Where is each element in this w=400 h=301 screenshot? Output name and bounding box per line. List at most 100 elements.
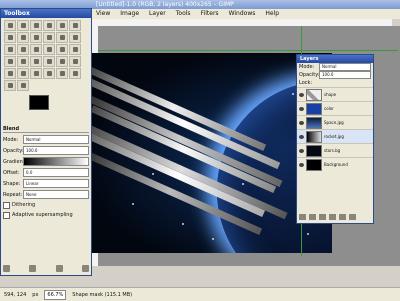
menu-help[interactable]: Help [265,9,279,19]
paths-tool-icon[interactable] [17,32,29,43]
star [242,183,244,185]
smudge-tool-icon[interactable] [4,80,16,91]
scale-tool-icon[interactable] [43,44,55,55]
visibility-eye-icon[interactable] [299,134,304,139]
layers-dialog: Layers Mode: Normal Opacity: 100.0 Lock:… [296,54,374,224]
menu-layer[interactable]: Layer [149,9,166,19]
align-tool-icon[interactable] [4,44,16,55]
layer-row[interactable]: shape [297,87,373,101]
menu-view[interactable]: View [96,9,110,19]
toolbox-window: Toolbox Blend Mode: Normal Opacity: 100.… [0,8,92,276]
lower-layer-icon[interactable] [319,214,326,220]
menu-image[interactable]: Image [120,9,139,19]
layer-name[interactable]: Background [324,162,348,167]
pencil-tool-icon[interactable] [56,56,68,67]
delete-options-icon[interactable] [55,265,63,272]
menu-windows[interactable]: Windows [229,9,256,19]
layer-row[interactable]: stars.bg [297,143,373,157]
adaptive-checkbox[interactable]: Adaptive supersampling [3,211,89,219]
menu-filters[interactable]: Filters [201,9,219,19]
perspective-tool-icon[interactable] [69,44,81,55]
layers-mode-select[interactable]: Normal [319,63,371,71]
opacity-label: Opacity: [3,147,24,154]
raise-layer-icon[interactable] [309,214,316,220]
layers-title[interactable]: Layers [297,55,373,63]
checkbox-icon[interactable] [3,201,10,209]
mode-select[interactable]: Normal [23,135,89,144]
star [132,203,134,205]
unit-select[interactable]: px [32,292,38,298]
new-layer-icon[interactable] [299,214,306,220]
fuzzy-select-tool-icon[interactable] [43,20,55,31]
layer-name[interactable]: rocket.jpg [324,134,344,139]
scissors-tool-icon[interactable] [69,20,81,31]
toolbox-footer [3,265,89,273]
visibility-eye-icon[interactable] [299,92,304,97]
visibility-eye-icon[interactable] [299,162,304,167]
duplicate-layer-icon[interactable] [329,214,336,220]
star [292,93,294,95]
foreground-color-swatch[interactable] [29,95,49,110]
zoom-select[interactable]: 66.7% [44,289,67,300]
opacity-field[interactable]: 100.0 [23,146,89,155]
restore-options-icon[interactable] [29,265,37,272]
dithering-checkbox[interactable]: Dithering [3,201,89,209]
layer-name[interactable]: stars.bg [324,148,340,153]
anchor-layer-icon[interactable] [339,214,346,220]
horizontal-guide[interactable] [98,50,398,51]
move-tool-icon[interactable] [69,32,81,43]
visibility-eye-icon[interactable] [299,148,304,153]
measure-tool-icon[interactable] [56,32,68,43]
layer-row[interactable]: Space.jpg [297,115,373,129]
layer-name[interactable]: color [324,106,334,111]
rotate-tool-icon[interactable] [30,44,42,55]
layers-footer [299,214,371,221]
shape-label: Shape: [3,180,21,187]
foreground-select-tool-icon[interactable] [4,32,16,43]
color-select-tool-icon[interactable] [56,20,68,31]
delete-layer-icon[interactable] [349,214,356,220]
layer-row[interactable]: color [297,101,373,115]
eraser-tool-icon[interactable] [4,68,16,79]
blend-tool-icon[interactable] [43,56,55,67]
star [212,238,214,240]
heal-tool-icon[interactable] [56,68,68,79]
checkbox-icon[interactable] [3,211,10,219]
layer-row[interactable]: Background [297,157,373,171]
ellipse-select-tool-icon[interactable] [17,20,29,31]
layers-mode-label: Mode: [299,64,315,70]
airbrush-tool-icon[interactable] [17,68,29,79]
menu-bar: View Image Layer Tools Filters Windows H… [92,9,400,19]
color-picker-tool-icon[interactable] [30,32,42,43]
repeat-select[interactable]: None [23,190,89,199]
rect-select-tool-icon[interactable] [4,20,16,31]
gradient-picker[interactable] [23,157,89,166]
crop-tool-icon[interactable] [17,44,29,55]
layer-name[interactable]: shape [324,92,336,97]
paintbrush-tool-icon[interactable] [69,56,81,67]
layer-thumbnail [306,144,322,157]
zoom-tool-icon[interactable] [43,32,55,43]
save-options-icon[interactable] [3,265,10,272]
layers-opacity-field[interactable]: 100.0 [319,71,371,79]
window-title: [Untitled]-1.0 (RGB, 2 layers) 400x265 –… [96,1,234,8]
layer-row[interactable]: rocket.jpg [297,129,373,143]
toolbox-title[interactable]: Toolbox [1,9,91,18]
flip-tool-icon[interactable] [4,56,16,67]
ink-tool-icon[interactable] [30,68,42,79]
bucket-fill-tool-icon[interactable] [30,56,42,67]
reset-options-icon[interactable] [81,265,89,272]
layer-list: shape color Space.jpg rocket.jpg stars.bg Bac… [297,87,373,171]
menu-tools[interactable]: Tools [176,9,191,19]
shape-select[interactable]: Linear [23,179,89,188]
free-select-tool-icon[interactable] [30,20,42,31]
dodge-burn-tool-icon[interactable] [17,80,29,91]
text-tool-icon[interactable] [17,56,29,67]
shear-tool-icon[interactable] [56,44,68,55]
visibility-eye-icon[interactable] [299,120,304,125]
clone-tool-icon[interactable] [43,68,55,79]
offset-field[interactable]: 0.0 [23,168,89,177]
layer-name[interactable]: Space.jpg [324,120,344,125]
blur-tool-icon[interactable] [69,68,81,79]
visibility-eye-icon[interactable] [299,106,304,111]
